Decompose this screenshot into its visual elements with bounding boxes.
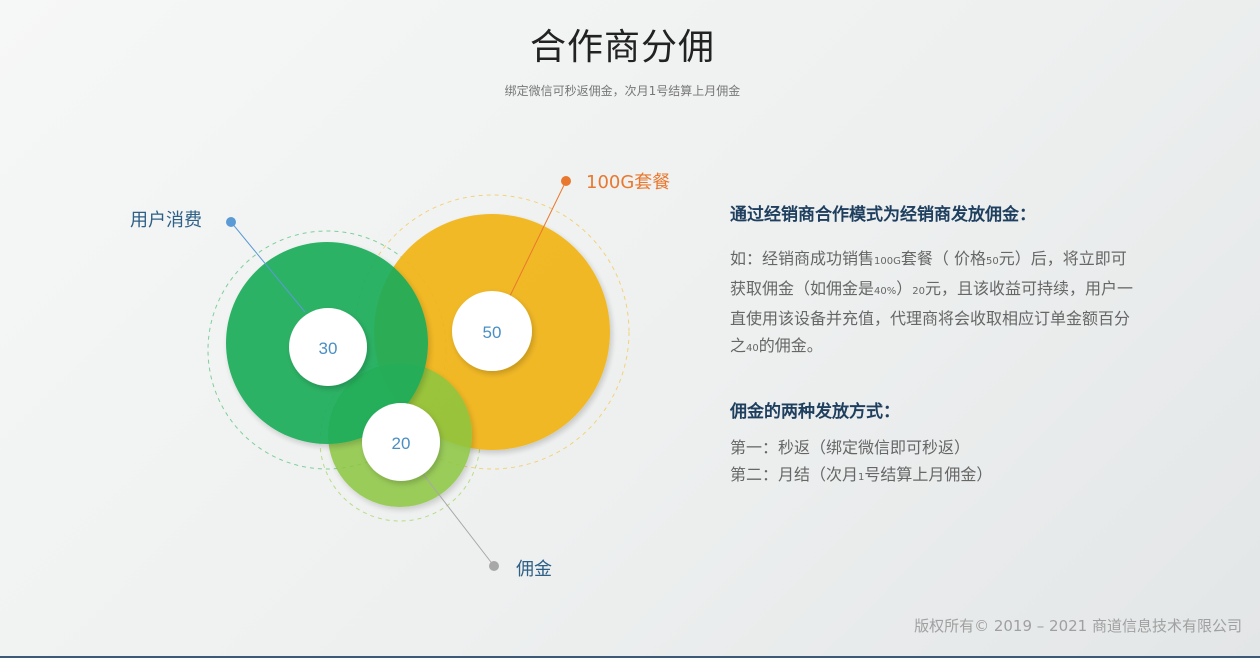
p1-part-f: 40%	[874, 286, 897, 297]
p1-part-d: 50	[985, 256, 999, 267]
p1-part-a: 如：经销商成功销售	[730, 249, 875, 268]
footer-copyright: 版权所有© 2019 – 2021 商道信息技术有限公司	[914, 617, 1242, 635]
p1-part-g: ）	[896, 279, 913, 298]
callout-user-consumption: 用户消费	[130, 210, 202, 231]
p1-part-h: 20	[912, 286, 925, 297]
green-value: 30	[319, 339, 338, 358]
info-panel: 通过经销商合作模式为经销商发放佣金： 如：经销商成功销售100G套餐（ 价格50…	[730, 200, 1150, 491]
user-callout-dot	[226, 217, 236, 227]
commission-diagram: 30 50 20	[207, 176, 630, 571]
p1-part-b: 100G	[874, 256, 901, 267]
method2-part-a: 第二：月结（次月	[730, 465, 859, 484]
package-callout-dot	[561, 176, 571, 186]
lime-value: 20	[392, 434, 411, 453]
methods-list: 第一：秒返（绑定微信即可秒返） 第二：月结（次月1号结算上月佣金）	[730, 434, 1150, 491]
commission-callout-line	[419, 469, 495, 567]
p1-part-c: 套餐（ 价格	[900, 249, 986, 268]
info-heading-mode: 通过经销商合作模式为经销商发放佣金：	[730, 205, 1036, 225]
info-paragraph: 如：经销商成功销售100G套餐（ 价格50元）后，将立即可获取佣金（如佣金是40…	[730, 245, 1140, 362]
yellow-value: 50	[483, 323, 502, 342]
p1-part-k: 的佣金。	[758, 336, 823, 355]
method-monthly: 第二：月结（次月1号结算上月佣金）	[730, 461, 1150, 491]
info-heading-methods: 佣金的两种发放方式：	[730, 402, 900, 422]
method-instant: 第一：秒返（绑定微信即可秒返）	[730, 438, 971, 457]
p1-part-j: 40	[746, 343, 759, 354]
commission-callout-dot	[489, 561, 499, 571]
callout-commission: 佣金	[516, 559, 552, 580]
method2-part-c: 号结算上月佣金）	[864, 465, 993, 484]
callout-package: 100G套餐	[586, 172, 671, 193]
